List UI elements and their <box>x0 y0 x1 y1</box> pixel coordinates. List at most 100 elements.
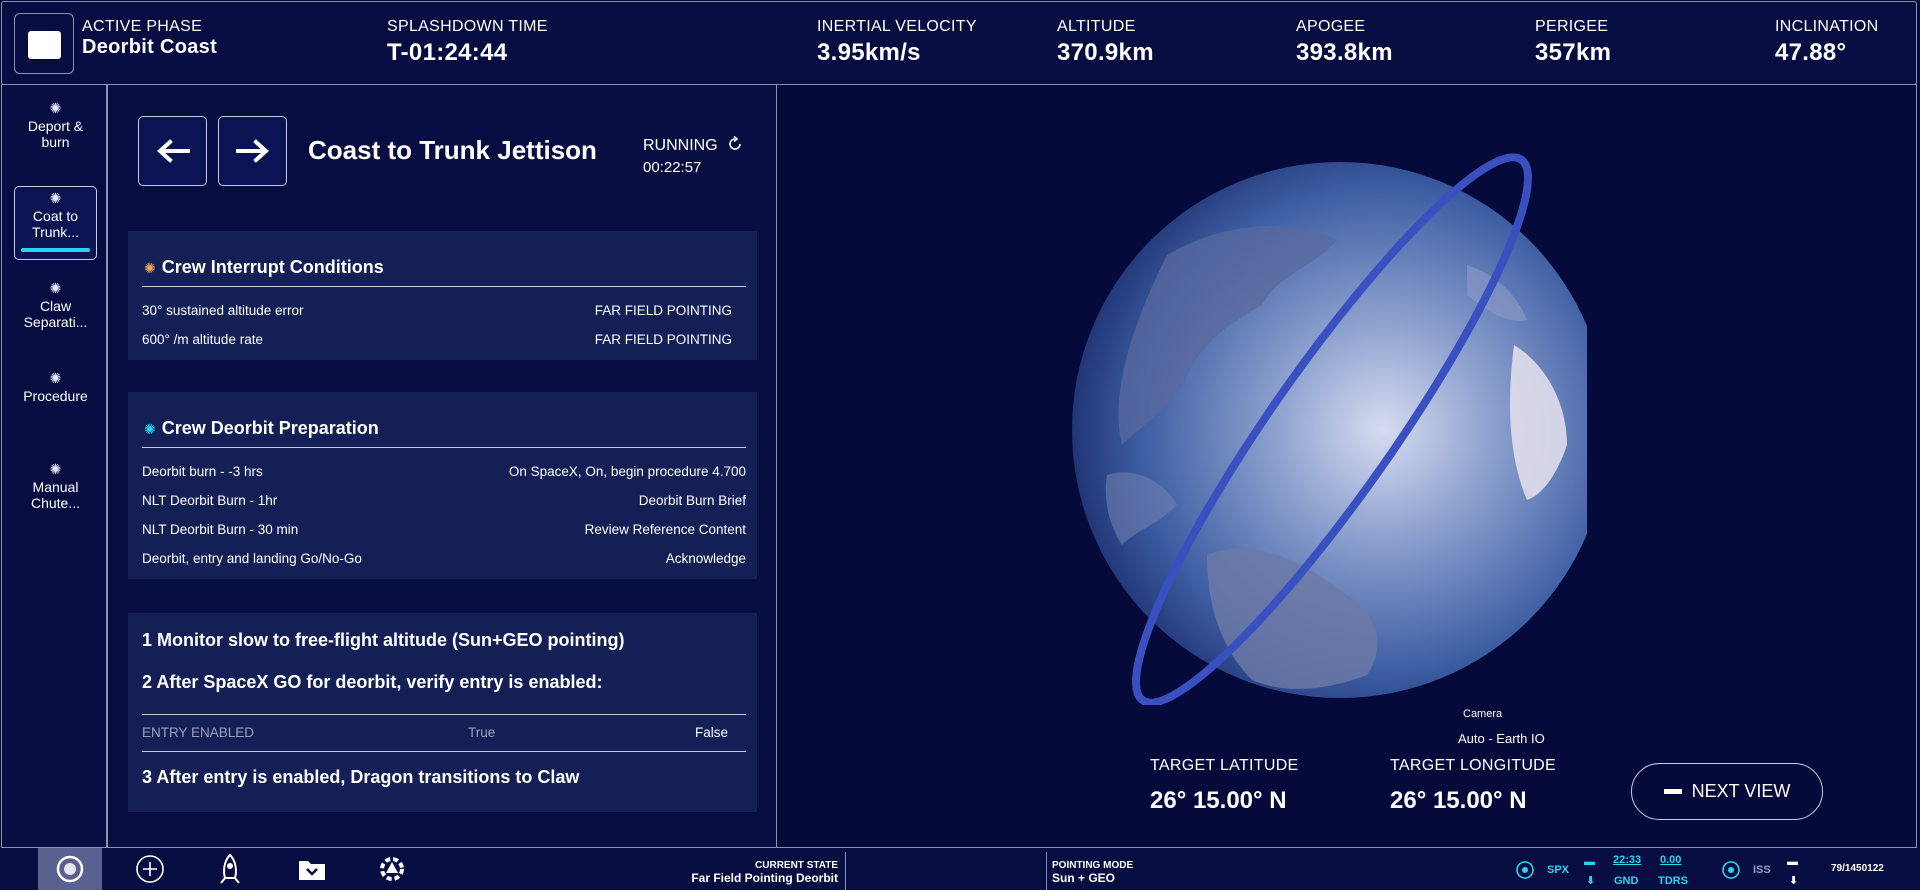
toolbar-add-button[interactable] <box>118 848 182 890</box>
spx-link-icon[interactable] <box>1515 860 1535 880</box>
prep-item: NLT Deorbit Burn - 1hr <box>142 493 278 508</box>
arrow-left-icon <box>156 139 190 163</box>
phase-menu-button[interactable] <box>14 13 74 74</box>
next-view-button[interactable]: NEXT VIEW <box>1631 763 1823 820</box>
current-state-value: Far Field Pointing Deorbit <box>691 871 838 885</box>
sidebar-item-claw-separation[interactable]: ✺ Claw Separati... <box>14 280 97 330</box>
procedure-step-1: 1 Monitor slow to free-flight altitude (… <box>142 630 625 650</box>
list-item: 30° sustained altitude error FAR FIELD P… <box>142 303 732 318</box>
toolbar-rocket-button[interactable] <box>198 848 262 890</box>
folder-icon <box>299 861 325 880</box>
active-phase: ACTIVE PHASE Deorbit Coast <box>82 18 217 59</box>
orbit-icon: ✺ <box>49 280 62 296</box>
metric-value: T-01:24:44 <box>387 39 508 66</box>
target-longitude: TARGET LONGITUDE 26° 15.00° N <box>1390 757 1556 815</box>
divider <box>1046 852 1047 890</box>
metric-altitude: ALTITUDE 370.9km <box>1057 18 1154 67</box>
metric-value: 370.9km <box>1057 39 1154 66</box>
sidebar-item-label: Claw Separati... <box>23 298 88 330</box>
metric-label: ALTITUDE <box>1057 18 1136 35</box>
metric-label: APOGEE <box>1296 18 1366 35</box>
camera-mode: Auto - Earth IO <box>1458 731 1545 746</box>
toolbar-settings-button[interactable] <box>360 848 424 890</box>
condition-text: 600° /m altitude rate <box>142 332 263 347</box>
entry-false-option[interactable]: False <box>695 725 728 740</box>
orbit-icon: ✺ <box>144 421 156 437</box>
card-title: Crew Interrupt Conditions <box>161 257 384 277</box>
previous-step-button[interactable] <box>138 116 207 186</box>
procedure-step-3: 3 After entry is enabled, Dragon transit… <box>142 767 580 787</box>
target-latitude-value: 26° 15.00° N <box>1150 787 1287 814</box>
counter-value: 79/1450122 <box>1831 863 1884 874</box>
step-title: Coast to Trunk Jettison <box>308 135 597 165</box>
iss-label: ISS <box>1753 864 1771 876</box>
rocket-icon <box>220 853 240 884</box>
metric-label: SPLASHDOWN TIME <box>387 18 548 35</box>
metric-inertial-velocity: INERTIAL VELOCITY 3.95km/s <box>817 18 977 67</box>
list-item: NLT Deorbit Burn - 1hr Deorbit Burn Brie… <box>142 493 746 508</box>
plus-circle-icon <box>136 855 164 883</box>
iss-uplink-icon: ▬ <box>1787 856 1798 868</box>
card-title: Crew Deorbit Preparation <box>161 418 379 438</box>
minus-icon <box>1663 789 1682 794</box>
condition-text: 30° sustained altitude error <box>142 303 304 318</box>
crew-interrupt-card: ✺ Crew Interrupt Conditions 30° sustained… <box>128 231 757 360</box>
refresh-icon[interactable] <box>726 135 744 153</box>
toolbar-orbit-button[interactable] <box>38 848 102 890</box>
sidebar-item-manual-chute[interactable]: ✺ Manual Chute... <box>14 461 97 511</box>
metric-apogee: APOGEE 393.8km <box>1296 18 1393 67</box>
metric-label: INERTIAL VELOCITY <box>817 18 977 35</box>
uplink-icon: ▬ <box>1584 856 1595 868</box>
procedure-panel: Coast to Trunk Jettison RUNNING 00:22:57… <box>107 84 777 848</box>
iss-downlink-icon: ⬇ <box>1789 875 1799 887</box>
running-label: RUNNING <box>643 137 718 154</box>
earth-globe[interactable] <box>1027 145 1587 705</box>
prep-action: Acknowledge <box>665 551 746 566</box>
target-latitude-label: TARGET LATITUDE <box>1150 757 1299 774</box>
sidebar-item-label: Deport & burn <box>27 118 84 150</box>
gnd-label: GND <box>1614 875 1639 887</box>
condition-mode: FAR FIELD POINTING <box>594 303 732 318</box>
next-step-button[interactable] <box>218 116 287 186</box>
metric-perigee: PERIGEE 357km <box>1535 18 1611 67</box>
entry-enabled-row: ENTRY ENABLED True False <box>142 714 746 752</box>
sidebar-item-label: Manual Chute... <box>30 479 81 511</box>
active-phase-label: ACTIVE PHASE <box>82 18 203 35</box>
orbit-icon: ✺ <box>49 461 62 477</box>
list-item: 600° /m altitude rate FAR FIELD POINTING <box>142 332 732 347</box>
list-item: Deorbit burn - -3 hrs On SpaceX, On, beg… <box>142 464 746 479</box>
gnd-time: 22:33 <box>1613 854 1642 866</box>
condition-mode: FAR FIELD POINTING <box>594 332 732 347</box>
spx-label: SPX <box>1547 864 1570 876</box>
status-bar: CURRENT STATE Far Field Pointing Deorbit… <box>0 848 1920 890</box>
metric-value: 3.95km/s <box>817 39 921 66</box>
sidebar-item-coat-to-trunk[interactable]: ✺ Coat to Trunk... <box>14 186 97 260</box>
downlink-icon: ⬇ <box>1586 875 1596 887</box>
entry-true-option[interactable]: True <box>468 725 495 740</box>
sidebar-item-label: Coat to Trunk... <box>32 208 79 240</box>
divider <box>845 852 846 890</box>
card-header: ✺ Crew Interrupt Conditions <box>142 257 746 287</box>
tdrs-value: 0.00 <box>1660 854 1682 866</box>
sidebar-item-deport-burn[interactable]: ✺ Deport & burn <box>14 100 97 150</box>
gear-icon <box>380 857 404 881</box>
iss-link-icon[interactable] <box>1721 860 1741 880</box>
orbit-icon: ✺ <box>49 100 62 116</box>
phase-sidebar: ✺ Deport & burn ✺ Coat to Trunk... ✺ Cla… <box>1 84 107 848</box>
target-longitude-value: 26° 15.00° N <box>1390 787 1527 814</box>
sidebar-item-procedure[interactable]: ✺ Procedure <box>14 370 97 404</box>
globe-view: TARGET LATITUDE 26° 15.00° N TARGET LONG… <box>777 84 1917 848</box>
toolbar-folder-button[interactable] <box>280 848 344 890</box>
camera-label: Camera <box>1463 708 1503 720</box>
prep-item: Deorbit burn - -3 hrs <box>142 464 263 479</box>
elapsed-time: 00:22:57 <box>643 159 702 176</box>
entry-enabled-label: ENTRY ENABLED <box>142 725 255 740</box>
metric-value: 47.88° <box>1775 39 1847 66</box>
list-item: NLT Deorbit Burn - 30 min Review Referen… <box>142 522 746 537</box>
phase-square-icon <box>28 31 61 59</box>
arrow-right-icon <box>235 139 269 163</box>
list-item: Deorbit, entry and landing Go/No-Go Ackn… <box>142 551 746 566</box>
crew-deorbit-prep-card: ✺ Crew Deorbit Preparation Deorbit burn -… <box>128 392 757 579</box>
metric-value: 357km <box>1535 39 1612 66</box>
active-indicator <box>21 248 90 252</box>
